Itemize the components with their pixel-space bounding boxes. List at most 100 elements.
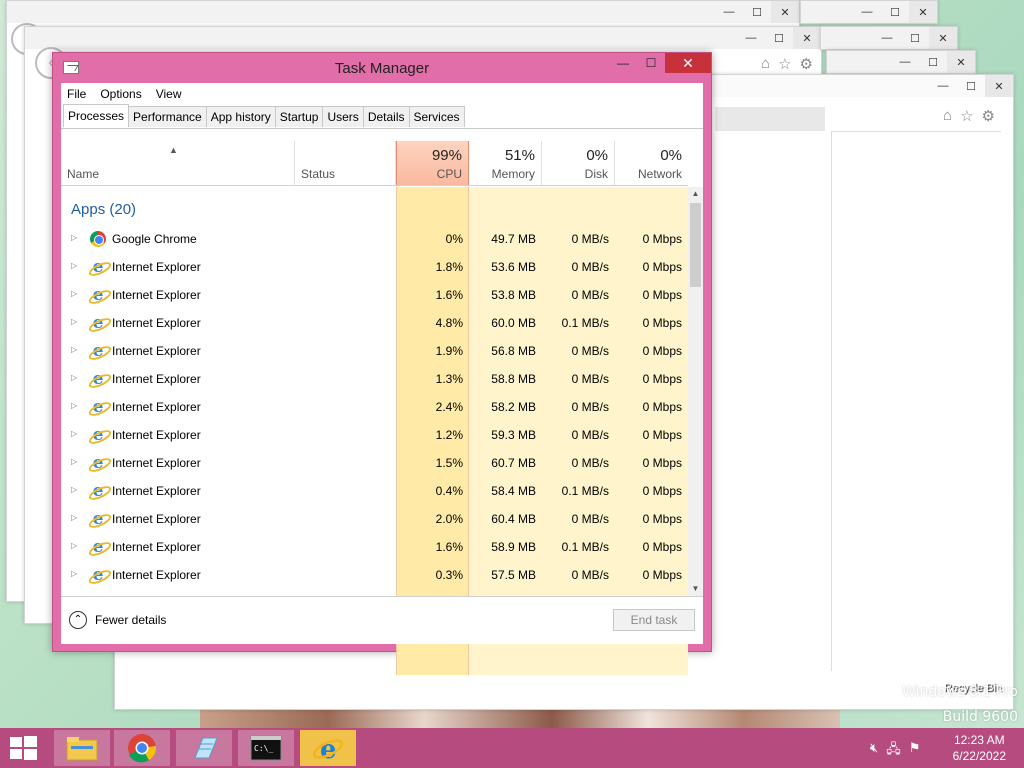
menu-file[interactable]: File <box>67 87 86 101</box>
background-window-3[interactable]: — ☐ ✕ <box>800 0 938 24</box>
maximize-icon[interactable]: ☐ <box>881 1 909 23</box>
expand-arrow-icon[interactable]: ▷ <box>71 485 77 494</box>
maximize-icon[interactable]: ☐ <box>901 27 929 49</box>
expand-arrow-icon[interactable]: ▷ <box>71 317 77 326</box>
table-row[interactable]: ▷ e Internet Explorer 4.8% 60.0 MB 0.1 MB/s 0 … <box>61 309 688 337</box>
expand-arrow-icon[interactable]: ▷ <box>71 569 77 578</box>
scrollbar-thumb[interactable] <box>690 203 701 287</box>
expand-arrow-icon[interactable]: ▷ <box>71 429 77 438</box>
menu-view[interactable]: View <box>156 87 182 101</box>
column-header-status[interactable]: Status <box>295 141 396 185</box>
column-header-name[interactable]: ▲ Name <box>61 141 295 185</box>
title-bar[interactable]: Task Manager — ☐ ✕ <box>53 53 711 83</box>
table-row[interactable]: ▷ e Internet Explorer 1.8% 53.6 MB 0 MB/s 0 Mb… <box>61 253 688 281</box>
scroll-down-icon[interactable]: ▼ <box>688 582 703 596</box>
action-center-flag-icon[interactable]: ⚑ <box>909 740 921 762</box>
expand-arrow-icon[interactable]: ▷ <box>71 345 77 354</box>
table-row[interactable]: ▷ e Internet Explorer 1.3% 58.8 MB 0 MB/s 0 Mb… <box>61 365 688 393</box>
maximize-icon[interactable]: ☐ <box>637 53 665 73</box>
volume-muted-icon[interactable]: 🔇︎ <box>870 740 878 762</box>
background-window-4[interactable]: — ☐ ✕ <box>820 26 958 50</box>
close-icon[interactable]: ✕ <box>947 51 975 73</box>
maximize-icon[interactable]: ☐ <box>919 51 947 73</box>
process-cpu: 0.4% <box>435 484 463 498</box>
process-network: 0 Mbps <box>642 428 682 442</box>
table-row[interactable]: ▷ e Internet Explorer 0.4% 58.4 MB 0.1 MB/s 0 … <box>61 477 688 505</box>
task-manager-window[interactable]: Task Manager — ☐ ✕ File Options View Pro… <box>52 52 712 675</box>
favorites-star-icon[interactable]: ☆ <box>960 107 973 125</box>
minimize-icon[interactable]: — <box>853 1 881 23</box>
fewer-details-button[interactable]: ⌃ Fewer details <box>69 611 166 629</box>
process-network: 0 Mbps <box>642 568 682 582</box>
close-icon[interactable]: ✕ <box>909 1 937 23</box>
tab-app-history[interactable]: App history <box>205 106 276 127</box>
table-row[interactable]: ▷ e Internet Explorer 1.5% 60.7 MB 0 MB/s 0 Mb… <box>61 449 688 477</box>
process-memory: 58.4 MB <box>491 484 536 498</box>
expand-arrow-icon[interactable]: ▷ <box>71 373 77 382</box>
table-row[interactable]: ▷ e Internet Explorer 0.3% 57.5 MB 0 MB/s 0 Mb… <box>61 561 688 589</box>
column-header-memory[interactable]: 51% Memory <box>469 141 542 185</box>
expand-arrow-icon[interactable]: ▷ <box>71 233 77 242</box>
close-icon[interactable]: ✕ <box>929 27 957 49</box>
gear-icon[interactable]: ⚙ <box>800 55 813 73</box>
home-icon[interactable]: ⌂ <box>761 55 770 73</box>
table-row[interactable]: ▷ e Internet Explorer 1.9% 56.8 MB 0 MB/s 0 Mb… <box>61 337 688 365</box>
close-icon[interactable]: ✕ <box>771 1 799 23</box>
table-row[interactable]: ▷ e Internet Explorer 1.6% 58.9 MB 0.1 MB/s 0 … <box>61 533 688 561</box>
gear-icon[interactable]: ⚙ <box>982 107 995 125</box>
command-prompt-icon[interactable]: C:\_ <box>238 730 294 766</box>
column-header-disk[interactable]: 0% Disk <box>542 141 615 185</box>
expand-arrow-icon[interactable]: ▷ <box>71 513 77 522</box>
close-icon[interactable]: ✕ <box>793 27 821 49</box>
clock[interactable]: 12:23 AM 6/22/2022 <box>953 732 1006 764</box>
process-network: 0 Mbps <box>642 344 682 358</box>
minimize-icon[interactable]: — <box>891 51 919 73</box>
svg-text:C:\_: C:\_ <box>254 744 273 753</box>
maximize-icon[interactable]: ☐ <box>743 1 771 23</box>
tab-processes[interactable]: Processes <box>63 104 130 127</box>
process-disk: 0 MB/s <box>571 512 609 526</box>
table-row[interactable]: ▷ Google Chrome 0% 49.7 MB 0 MB/s 0 Mbps <box>61 225 688 253</box>
expand-arrow-icon[interactable]: ▷ <box>71 289 77 298</box>
file-explorer-icon[interactable] <box>54 730 110 766</box>
vertical-scrollbar[interactable]: ▲ ▼ <box>688 187 703 596</box>
close-icon[interactable]: ✕ <box>985 75 1013 97</box>
table-row[interactable]: ▷ e Internet Explorer 1.6% 53.8 MB 0 MB/s 0 Mb… <box>61 281 688 309</box>
end-task-button[interactable]: End task <box>613 609 695 631</box>
windows-start-icon[interactable] <box>8 736 38 760</box>
network-icon[interactable]: 🖧︎ <box>886 740 901 762</box>
process-network: 0 Mbps <box>642 512 682 526</box>
minimize-icon[interactable]: — <box>873 27 901 49</box>
expand-arrow-icon[interactable]: ▷ <box>71 401 77 410</box>
maximize-icon[interactable]: ☐ <box>957 75 985 97</box>
minimize-icon[interactable]: — <box>609 53 637 73</box>
scroll-up-icon[interactable]: ▲ <box>688 187 703 201</box>
maximize-icon[interactable]: ☐ <box>765 27 793 49</box>
tab-details[interactable]: Details <box>362 106 410 127</box>
table-row[interactable]: ▷ e Internet Explorer 1.2% 59.3 MB 0 MB/s 0 Mb… <box>61 421 688 449</box>
process-name: Internet Explorer <box>112 540 201 554</box>
menu-options[interactable]: Options <box>100 87 141 101</box>
internet-explorer-icon[interactable]: e <box>300 730 356 766</box>
favorites-star-icon[interactable]: ☆ <box>778 55 791 73</box>
minimize-icon[interactable]: — <box>715 1 743 23</box>
tab-services[interactable]: Services <box>408 106 465 127</box>
tab-performance[interactable]: Performance <box>128 106 207 127</box>
minimize-icon[interactable]: — <box>929 75 957 97</box>
expand-arrow-icon[interactable]: ▷ <box>71 457 77 466</box>
tab-startup[interactable]: Startup <box>274 106 324 127</box>
table-row[interactable]: ▷ e Internet Explorer 2.0% 60.4 MB 0 MB/s 0 Mb… <box>61 505 688 533</box>
expand-arrow-icon[interactable]: ▷ <box>71 261 77 270</box>
ie-icon: e <box>90 399 106 416</box>
close-icon[interactable]: ✕ <box>665 53 711 73</box>
chrome-icon[interactable] <box>114 730 170 766</box>
notepad-icon[interactable] <box>176 730 232 766</box>
column-header-network[interactable]: 0% Network <box>615 141 688 185</box>
tab-users[interactable]: Users <box>322 106 364 127</box>
column-header-cpu[interactable]: 99% CPU <box>396 141 469 185</box>
home-icon[interactable]: ⌂ <box>943 107 952 125</box>
expand-arrow-icon[interactable]: ▷ <box>71 541 77 550</box>
table-row[interactable]: ▷ e Internet Explorer 2.4% 58.2 MB 0 MB/s 0 Mb… <box>61 393 688 421</box>
minimize-icon[interactable]: — <box>737 27 765 49</box>
background-window-5[interactable]: — ☐ ✕ <box>826 50 976 74</box>
